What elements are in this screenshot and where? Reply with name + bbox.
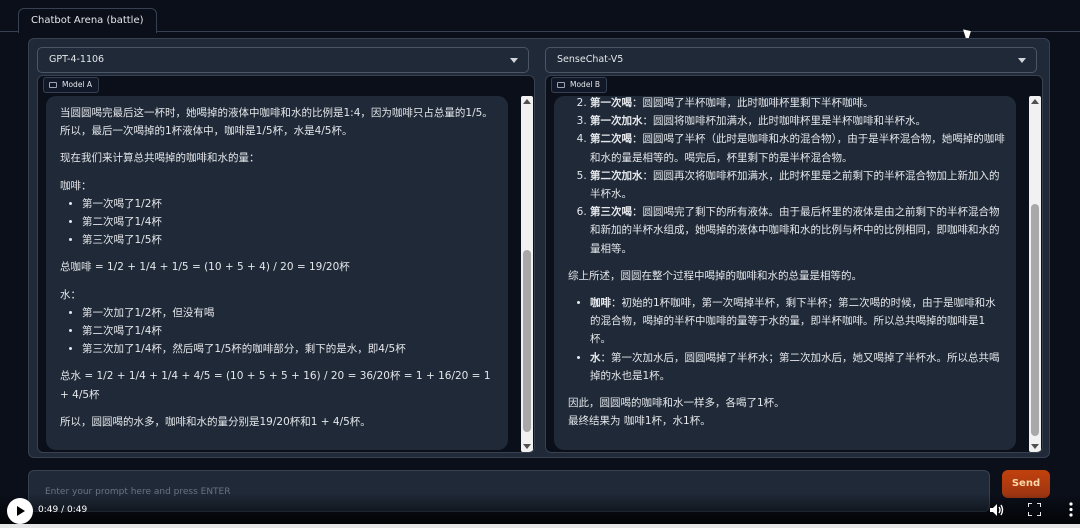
- model-b-label: Model B: [551, 77, 608, 93]
- tab-chatbot-arena-battle[interactable]: Chatbot Arena (battle): [18, 8, 157, 33]
- chat-bubble-icon: [557, 82, 565, 88]
- list-item-text: ：圆圆喝了半杯（此时是咖啡和水的混合物），由于是半杯混合物，她喝掉的咖啡和水的量…: [590, 133, 1005, 164]
- list-item-text: ：圆圆喝完了剩下的所有液体。由于最后杯里的液体是由之前剩下的半杯混合物和新加的半…: [590, 206, 1000, 255]
- scroll-up-icon[interactable]: [523, 99, 531, 104]
- battle-panel: GPT-4-1106 Model A 当圆圆喝完最后这一杯时，她喝掉的液体中咖啡…: [28, 38, 1050, 458]
- message-paragraph: 当圆圆喝完最后这一杯时，她喝掉的液体中咖啡和水的比例是1:4，因为咖啡只占总量的…: [60, 107, 493, 138]
- model-a-message: 当圆圆喝完最后这一杯时，她喝掉的液体中咖啡和水的比例是1:4，因为咖啡只占总量的…: [46, 96, 508, 450]
- tab-bar: Chatbot Arena (battle): [0, 0, 1080, 33]
- list-item-title: 第二次喝: [590, 133, 632, 146]
- model-b-message-content: 第一次喝：圆圆喝了半杯咖啡，此时咖啡杯里剩下半杯咖啡。第一次加水：圆圆将咖啡杯加…: [568, 96, 1006, 430]
- model-b-chat: Model B 第一次喝：圆圆喝了半杯咖啡，此时咖啡杯里剩下半杯咖啡。第一次加水…: [545, 75, 1043, 453]
- scroll-down-icon[interactable]: [1031, 444, 1039, 449]
- message-paragraph: 所以，圆圆喝的水多，咖啡和水的量分别是19/20杯和1 + 4/5杯。: [60, 415, 371, 428]
- chevron-down-icon: [510, 58, 518, 63]
- more-icon[interactable]: [1066, 502, 1076, 517]
- scroll-down-icon[interactable]: [523, 444, 531, 449]
- volume-icon[interactable]: [990, 504, 1004, 516]
- video-time: 0:49 / 0:49: [38, 505, 88, 515]
- list-item: 第一次加水：圆圆将咖啡杯加满水，此时咖啡杯里是半杯咖啡和半杯水。: [590, 112, 1006, 130]
- chevron-down-icon: [1018, 58, 1026, 63]
- list-item-title: 第二次加水: [590, 169, 643, 182]
- scrollbar-thumb[interactable]: [523, 250, 531, 432]
- model-a-name: GPT-4-1106: [49, 54, 105, 65]
- list-item-text: ：圆圆将咖啡杯加满水，此时咖啡杯里是半杯咖啡和半杯水。: [642, 115, 927, 128]
- bullet-list: 第一次加了1/2杯，但没有喝第二次喝了1/4杯第三次加了1/4杯，然后喝了1/5…: [60, 304, 498, 359]
- list-item: 第一次喝了1/2杯: [82, 195, 498, 213]
- list-item: 第三次加了1/4杯，然后喝了1/5杯的咖啡部分，剩下的是水，即4/5杯: [82, 340, 498, 358]
- list-item-title: 第一次加水: [590, 115, 643, 128]
- list-item-title: 第三次喝: [590, 206, 632, 219]
- scroll-up-icon[interactable]: [1031, 99, 1039, 104]
- list-item-text: ：圆圆再次将咖啡杯加满水，此时杯里是之前剩下的半杯混合物加上新加入的半杯水。: [590, 169, 1000, 201]
- bullet-list: 第一次喝了1/2杯第二次喝了1/4杯第三次喝了1/5杯: [60, 195, 498, 250]
- list-item: 第一次喝：圆圆喝了半杯咖啡，此时咖啡杯里剩下半杯咖啡。: [590, 96, 1006, 112]
- list-item-text: ：第一次加水后，圆圆喝掉了半杯水；第二次加水后，她又喝掉了半杯水。所以总共喝掉的…: [590, 351, 1000, 382]
- list-item: 第三次喝了1/5杯: [82, 231, 498, 249]
- list-item: 第一次加了1/2杯，但没有喝: [82, 304, 498, 322]
- model-a-scrollbar[interactable]: [521, 96, 533, 452]
- model-a-message-content: 当圆圆喝完最后这一杯时，她喝掉的液体中咖啡和水的比例是1:4，因为咖啡只占总量的…: [60, 104, 498, 431]
- model-b-scrollbar[interactable]: [1029, 96, 1041, 452]
- model-b-dropdown[interactable]: SenseChat-V5: [545, 47, 1037, 73]
- list-item-title: 水: [590, 351, 601, 364]
- message-paragraph: 总咖啡 = 1/2 + 1/4 + 1/5 = (10 + 5 + 4) / 2…: [60, 261, 350, 274]
- play-icon: [17, 506, 25, 516]
- message-paragraph: 因此，圆圆喝的咖啡和水一样多，各喝了1杯。: [568, 397, 785, 410]
- fullscreen-icon[interactable]: [1028, 503, 1041, 516]
- model-a-label: Model A: [43, 77, 100, 93]
- video-progress-bar[interactable]: [0, 524, 1080, 528]
- list-item: 水：第一次加水后，圆圆喝掉了半杯水；第二次加水后，她又喝掉了半杯水。所以总共喝掉…: [590, 349, 1006, 385]
- numbered-list: 第一次喝：圆圆喝了半杯咖啡，此时咖啡杯里剩下半杯咖啡。第一次加水：圆圆将咖啡杯加…: [568, 96, 1006, 258]
- list-item: 第二次喝：圆圆喝了半杯（此时是咖啡和水的混合物），由于是半杯混合物，她喝掉的咖啡…: [590, 130, 1006, 166]
- message-paragraph: 现在我们来计算总共喝掉的咖啡和水的量：: [60, 152, 260, 165]
- message-paragraph: 最终结果为 咖啡1杯，水1杯。: [568, 415, 711, 428]
- model-b-name: SenseChat-V5: [557, 54, 624, 65]
- list-item: 第二次喝了1/4杯: [82, 213, 498, 231]
- message-paragraph: 总水 = 1/2 + 1/4 + 1/4 + 4/5 = (10 + 5 + 5…: [60, 370, 491, 401]
- scrollbar-thumb[interactable]: [1031, 204, 1039, 436]
- chat-bubble-icon: [49, 82, 57, 88]
- list-item-text: ：圆圆喝了半杯咖啡，此时咖啡杯里剩下半杯咖啡。: [632, 97, 874, 109]
- model-a-dropdown[interactable]: GPT-4-1106: [37, 47, 529, 73]
- bullet-list: 咖啡：初始的1杯咖啡，第一次喝掉半杯，剩下半杯；第二次喝的时候，由于是咖啡和水的…: [568, 294, 1006, 385]
- model-b-message: 第一次喝：圆圆喝了半杯咖啡，此时咖啡杯里剩下半杯咖啡。第一次加水：圆圆将咖啡杯加…: [554, 96, 1016, 450]
- list-item: 第二次加水：圆圆再次将咖啡杯加满水，此时杯里是之前剩下的半杯混合物加上新加入的半…: [590, 167, 1006, 203]
- message-paragraph: 咖啡：: [60, 179, 92, 192]
- list-item-title: 咖啡: [590, 297, 611, 310]
- model-a-chat: Model A 当圆圆喝完最后这一杯时，她喝掉的液体中咖啡和水的比例是1:4，因…: [37, 75, 535, 453]
- list-item: 咖啡：初始的1杯咖啡，第一次喝掉半杯，剩下半杯；第二次喝的时候，由于是咖啡和水的…: [590, 294, 1006, 349]
- play-button[interactable]: [7, 498, 33, 524]
- message-paragraph: 综上所述，圆圆在整个过程中喝掉的咖啡和水的总量是相等的。: [568, 269, 862, 282]
- video-controls: [0, 494, 1080, 528]
- list-item-text: ：初始的1杯咖啡，第一次喝掉半杯，剩下半杯；第二次喝的时候，由于是咖啡和水的混合…: [590, 297, 996, 346]
- list-item: 第二次喝了1/4杯: [82, 322, 498, 340]
- message-paragraph: 水：: [60, 288, 81, 301]
- list-item-title: 第一次喝: [590, 97, 632, 109]
- list-item: 第三次喝：圆圆喝完了剩下的所有液体。由于最后杯里的液体是由之前剩下的半杯混合物和…: [590, 203, 1006, 258]
